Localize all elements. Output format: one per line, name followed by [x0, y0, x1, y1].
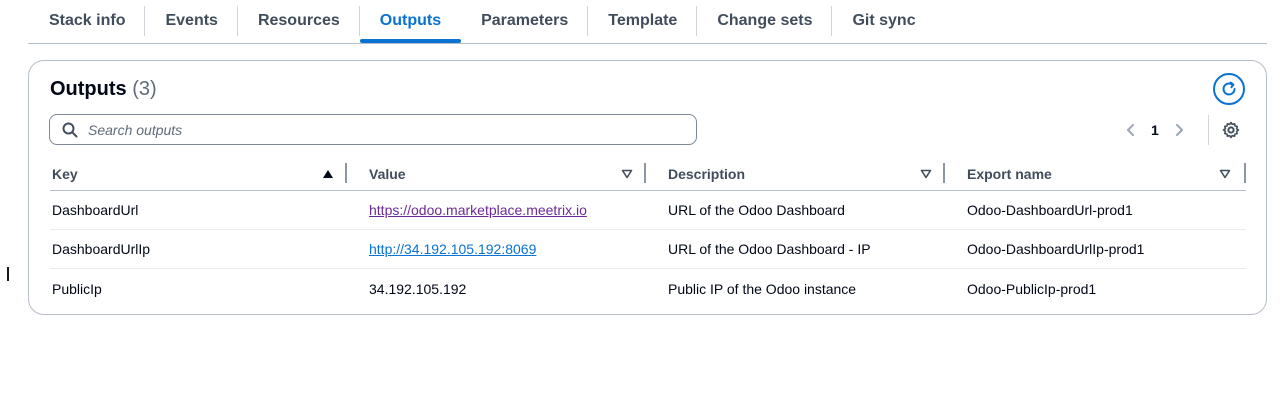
- tab-label: Outputs: [379, 12, 442, 29]
- cell-export-name: Odoo-PublicIp-prod1: [967, 280, 1097, 297]
- page-number-button[interactable]: 1: [1151, 122, 1159, 138]
- preferences-button[interactable]: [1221, 120, 1241, 140]
- refresh-button[interactable]: [1213, 73, 1245, 105]
- column-label: Description: [668, 165, 746, 182]
- cell-key: PublicIp: [52, 280, 102, 297]
- table-header: Key Value Description Export name: [50, 157, 1246, 191]
- cell-description: URL of the Odoo Dashboard: [668, 202, 845, 218]
- sort-unsorted-icon: [919, 167, 933, 181]
- cell-export-name: Odoo-DashboardUrlIp-prod1: [967, 241, 1145, 257]
- cell-export-name: Odoo-DashboardUrl-prod1: [967, 202, 1133, 218]
- search-field[interactable]: [49, 114, 697, 145]
- tab-label: Parameters: [481, 12, 569, 29]
- cell-value: 34.192.105.192: [369, 280, 467, 297]
- tab-resources[interactable]: Resources: [238, 0, 360, 42]
- outputs-count: (3): [132, 78, 157, 100]
- refresh-icon: [1222, 81, 1236, 96]
- column-resizer[interactable]: [1244, 162, 1246, 183]
- tab-parameters[interactable]: Parameters: [461, 0, 589, 42]
- text-cursor: [7, 267, 9, 281]
- column-resizer[interactable]: [345, 162, 347, 183]
- outputs-panel: Outputs (3) 1 Key: [28, 60, 1267, 315]
- table-row: DashboardUrl https://odoo.marketplace.me…: [50, 191, 1246, 230]
- panel-title: Outputs (3): [50, 78, 157, 101]
- table-row: DashboardUrlIp http://34.192.105.192:806…: [50, 230, 1246, 269]
- cell-description: Public IP of the Odoo instance: [668, 280, 857, 297]
- tab-label: Template: [608, 12, 678, 29]
- table-row: PublicIp 34.192.105.192 Public IP of the…: [50, 269, 1246, 308]
- column-label: Key: [52, 165, 78, 182]
- cell-description: URL of the Odoo Dashboard - IP: [668, 241, 871, 257]
- tab-change-sets[interactable]: Change sets: [697, 0, 833, 42]
- output-link[interactable]: http://34.192.105.192:8069: [369, 241, 536, 257]
- chevron-right-icon[interactable]: [1173, 123, 1185, 137]
- tab-events[interactable]: Events: [145, 0, 238, 42]
- column-resizer[interactable]: [943, 162, 945, 183]
- tab-git-sync[interactable]: Git sync: [832, 0, 935, 42]
- tab-label: Events: [165, 12, 218, 29]
- pagination-divider: [1208, 115, 1209, 145]
- column-label: Value: [369, 165, 406, 182]
- tab-bar: Stack info Events Resources Outputs Para…: [28, 0, 1267, 44]
- tab-template[interactable]: Template: [588, 0, 698, 42]
- outputs-table: Key Value Description Export name Dashbo…: [50, 157, 1246, 308]
- panel-title-text: Outputs: [50, 78, 127, 100]
- gear-icon: [1222, 121, 1240, 139]
- column-header-key[interactable]: Key: [50, 157, 367, 191]
- pagination: 1: [1125, 119, 1185, 141]
- tab-outputs[interactable]: Outputs: [359, 0, 462, 43]
- column-label: Export name: [967, 165, 1052, 182]
- tab-stack-info[interactable]: Stack info: [28, 0, 146, 42]
- cell-key: DashboardUrlIp: [52, 241, 151, 257]
- chevron-left-icon[interactable]: [1125, 123, 1137, 137]
- cell-value: http://34.192.105.192:8069: [367, 241, 666, 257]
- output-link[interactable]: https://odoo.marketplace.meetrix.io: [369, 202, 587, 218]
- search-icon: [62, 122, 78, 137]
- tab-label: Git sync: [852, 12, 916, 29]
- sort-unsorted-icon: [620, 167, 634, 181]
- column-header-description[interactable]: Description: [666, 157, 965, 191]
- tab-label: Resources: [257, 12, 340, 29]
- search-input[interactable]: [86, 120, 666, 139]
- column-resizer[interactable]: [644, 162, 646, 183]
- cell-value: https://odoo.marketplace.meetrix.io: [367, 202, 666, 218]
- cell-key: DashboardUrl: [52, 202, 139, 218]
- column-header-value[interactable]: Value: [367, 157, 666, 191]
- tab-label: Change sets: [717, 12, 813, 29]
- column-header-export-name[interactable]: Export name: [965, 157, 1246, 191]
- tab-label: Stack info: [49, 12, 126, 29]
- sort-unsorted-icon: [1218, 167, 1232, 181]
- sort-ascending-icon: [321, 167, 335, 181]
